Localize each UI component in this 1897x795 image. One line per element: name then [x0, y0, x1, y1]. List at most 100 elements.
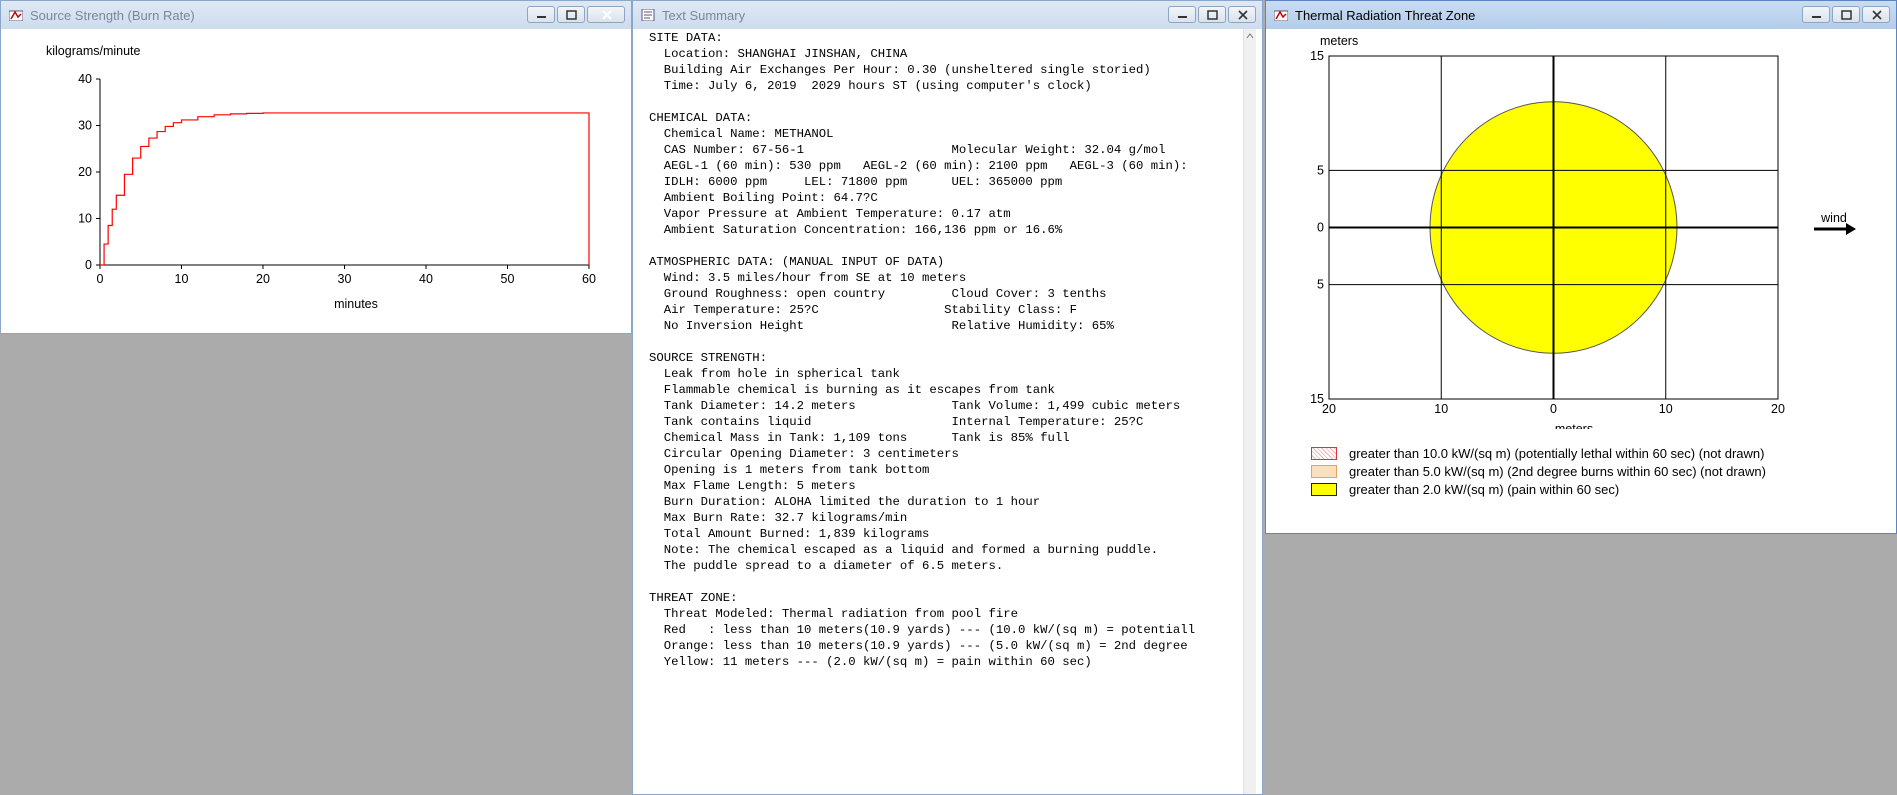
summary-line: Air Temperature: 25?C Stability Class: F — [649, 303, 1078, 317]
x-tick-label: 10 — [175, 272, 189, 286]
y-tick-label: 5 — [1317, 163, 1324, 177]
threat-chart-area: meters meters wind 15 5 0 5 15 20 10 0 10 20 grea… — [1274, 29, 1888, 525]
minimize-icon — [537, 16, 546, 18]
summary-line: AEGL-1 (60 min): 530 ppm AEGL-2 (60 min)… — [649, 159, 1188, 173]
legend-label: greater than 2.0 kW/(sq m) (pain within … — [1349, 481, 1620, 497]
legend-item-orange: greater than 5.0 kW/(sq m) (2nd degree b… — [1311, 463, 1766, 479]
x-tick-label: 20 — [256, 272, 270, 286]
summary-text-area[interactable]: SITE DATA: Location: SHANGHAI JINSHAN, C… — [639, 29, 1256, 794]
y-tick-label: 15 — [1310, 49, 1324, 63]
summary-line — [649, 94, 1195, 110]
summary-line: SITE DATA: — [649, 31, 723, 45]
summary-line: Red : less than 10 meters(10.9 yards) --… — [649, 623, 1196, 637]
summary-line: Time: July 6, 2019 2029 hours ST (using … — [649, 79, 1092, 93]
summary-line: ATMOSPHERIC DATA: (MANUAL INPUT OF DATA) — [649, 255, 945, 269]
x-tick-label: 0 — [97, 272, 104, 286]
summary-line: Threat Modeled: Thermal radiation from p… — [649, 607, 1018, 621]
summary-line: Yellow: 11 meters --- (2.0 kW/(sq m) = p… — [649, 655, 1092, 669]
legend-label: greater than 10.0 kW/(sq m) (potentially… — [1349, 445, 1765, 461]
threat-zone-window: Thermal Radiation Threat Zone meters met… — [1265, 0, 1897, 534]
x-axis-label: minutes — [334, 297, 378, 311]
orange-zone-swatch — [1311, 464, 1337, 478]
maximize-icon — [566, 10, 577, 20]
legend-label: greater than 5.0 kW/(sq m) (2nd degree b… — [1349, 463, 1766, 479]
maximize-button[interactable] — [1198, 6, 1226, 23]
y-tick-label: 40 — [78, 72, 92, 86]
minimize-button[interactable] — [527, 6, 555, 23]
maximize-button[interactable] — [1832, 6, 1860, 23]
y-tick-label: 0 — [85, 258, 92, 272]
summary-line: Leak from hole in spherical tank — [649, 367, 900, 381]
burn-rate-line — [100, 112, 590, 266]
x-tick-label: 60 — [582, 272, 596, 286]
x-tick-label: 20 — [1322, 402, 1336, 416]
title-bar[interactable]: Thermal Radiation Threat Zone — [1266, 1, 1896, 29]
vertical-scrollbar[interactable] — [1243, 29, 1256, 794]
threat-zone-plot: meters meters wind 155051520 10 0 10 20 — [1310, 34, 1856, 436]
summary-line: Wind: 3.5 miles/hour from SE at 10 meter… — [649, 271, 967, 285]
minimize-button[interactable] — [1168, 6, 1196, 23]
summary-line — [649, 238, 1195, 254]
summary-line: Ambient Boiling Point: 64.7?C — [649, 191, 878, 205]
window-title: Text Summary — [662, 8, 746, 23]
legend-item-yellow: greater than 2.0 kW/(sq m) (pain within … — [1311, 481, 1619, 497]
close-icon — [602, 10, 612, 20]
close-button[interactable] — [587, 6, 625, 23]
summary-line: The puddle spread to a diameter of 6.5 m… — [649, 559, 1004, 573]
summary-line: IDLH: 6000 ppm LEL: 71800 ppm UEL: 36500… — [649, 175, 1063, 189]
app-icon — [1274, 10, 1288, 21]
minimize-icon — [1812, 16, 1821, 18]
maximize-icon — [1841, 10, 1852, 20]
x-tick-label: 20 — [1771, 402, 1785, 416]
summary-line: Tank contains liquid Internal Temperatur… — [649, 415, 1144, 429]
y-axis-label: meters — [1320, 34, 1358, 48]
summary-line: Ambient Saturation Concentration: 166,13… — [649, 223, 1063, 237]
source-strength-chart: kilograms/minute minutes 0 10 20 30 40 0 10 20 3… — [46, 44, 596, 311]
title-bar[interactable]: Source Strength (Burn Rate) — [1, 1, 631, 29]
scroll-up-arrow-icon[interactable] — [1244, 29, 1256, 43]
summary-line: Circular Opening Diameter: 3 centimeters — [649, 447, 959, 461]
x-axis-label: meters — [1555, 422, 1593, 429]
summary-line: Chemical Name: METHANOL — [649, 127, 834, 141]
summary-line: CHEMICAL DATA: — [649, 111, 753, 125]
source-strength-window: Source Strength (Burn Rate) kilograms/mi… — [0, 0, 632, 334]
summary-line: CAS Number: 67-56-1 Molecular Weight: 32… — [649, 143, 1166, 157]
title-bar[interactable]: Text Summary — [633, 1, 1262, 29]
x-tick-label: 10 — [1659, 402, 1673, 416]
red-zone-swatch — [1311, 446, 1337, 460]
wind-label: wind — [1820, 211, 1847, 225]
summary-line: Building Air Exchanges Per Hour: 0.30 (u… — [649, 63, 1151, 77]
yellow-zone-swatch — [1311, 482, 1337, 496]
x-tick-label: 0 — [1550, 402, 1557, 416]
text-summary-window: Text Summary SITE DATA: Location: SHANGH… — [632, 0, 1263, 795]
close-icon — [1872, 10, 1882, 20]
summary-line: SOURCE STRENGTH: — [649, 351, 768, 365]
maximize-icon — [1207, 10, 1218, 20]
window-title: Thermal Radiation Threat Zone — [1295, 8, 1476, 23]
summary-line: Opening is 1 meters from tank bottom — [649, 463, 930, 477]
close-button[interactable] — [1228, 6, 1256, 23]
text-doc-icon — [641, 9, 655, 21]
source-chart-area: kilograms/minute minutes 0 10 20 30 40 0 10 20 3… — [9, 29, 623, 325]
x-tick-label: 30 — [338, 272, 352, 286]
y-tick-label: 30 — [78, 119, 92, 133]
summary-line: Orange: less than 10 meters(10.9 yards) … — [649, 639, 1188, 653]
summary-line: Burn Duration: ALOHA limited the duratio… — [649, 495, 1041, 509]
x-tick-label: 40 — [419, 272, 433, 286]
minimize-button[interactable] — [1802, 6, 1830, 23]
legend-item-red: greater than 10.0 kW/(sq m) (potentially… — [1311, 445, 1764, 461]
x-tick-label: 50 — [501, 272, 515, 286]
y-tick-label: 5 — [1317, 278, 1324, 292]
maximize-button[interactable] — [557, 6, 585, 23]
summary-line: Chemical Mass in Tank: 1,109 tons Tank i… — [649, 431, 1070, 445]
y-axis-label: kilograms/minute — [46, 44, 141, 58]
summary-line: Max Flame Length: 5 meters — [649, 479, 856, 493]
summary-line: Location: SHANGHAI JINSHAN, CHINA — [649, 47, 908, 61]
x-tick-label: 10 — [1434, 402, 1448, 416]
summary-line: Flammable chemical is burning as it esca… — [649, 383, 1055, 397]
summary-line: Max Burn Rate: 32.7 kilograms/min — [649, 511, 908, 525]
summary-line: Vapor Pressure at Ambient Temperature: 0… — [649, 207, 1011, 221]
close-button[interactable] — [1862, 6, 1890, 23]
y-tick-label: 20 — [78, 165, 92, 179]
summary-line: Note: The chemical escaped as a liquid a… — [649, 543, 1159, 557]
